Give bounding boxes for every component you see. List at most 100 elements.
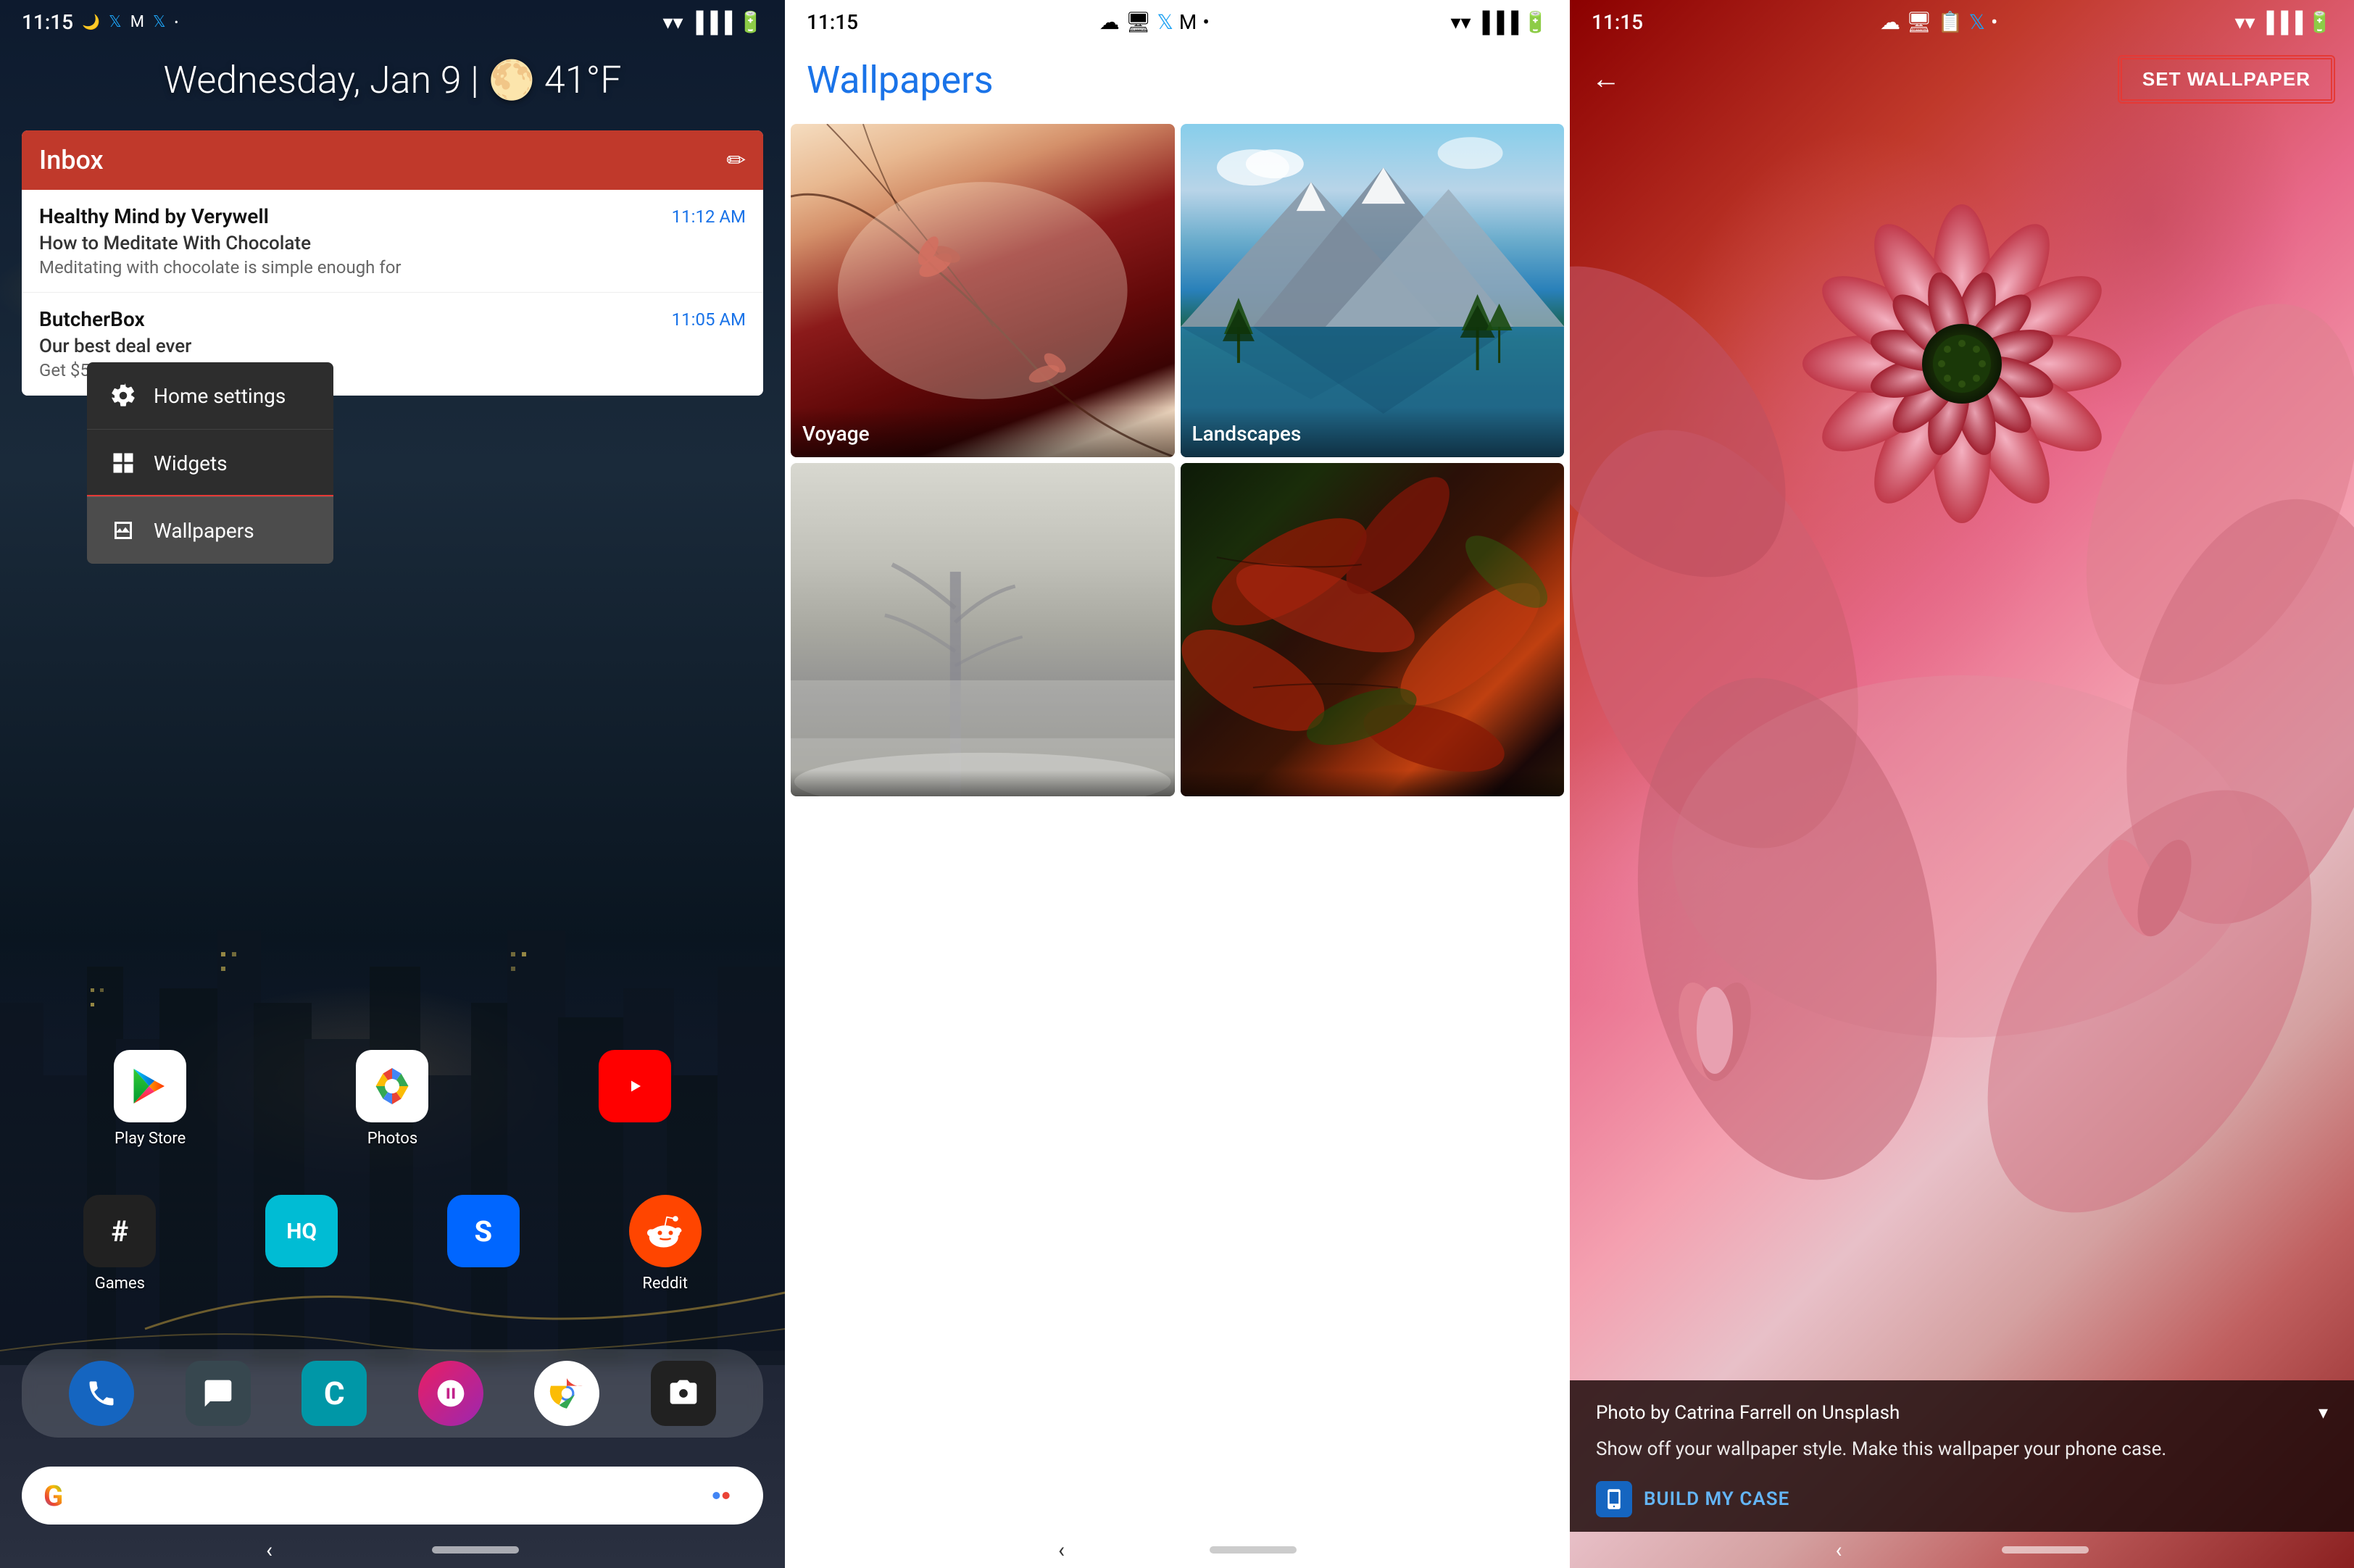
bottom-dock: C bbox=[22, 1349, 763, 1438]
wp-signal-icon: ▐▐▐ bbox=[1476, 10, 1519, 34]
wp-time: 11:15 bbox=[807, 10, 858, 34]
wallpapers-panel: 11:15 ☁ 🖥 𝕏 M • ▾▾ ▐▐▐ 🔋 Wallpapers bbox=[785, 0, 1570, 1568]
wallpapers-label: Wallpapers bbox=[154, 519, 254, 543]
home-pill-wallpapers[interactable] bbox=[1210, 1546, 1297, 1554]
pv-notes-icon: 📋 bbox=[1938, 10, 1963, 34]
games-app[interactable]: # Games bbox=[83, 1195, 156, 1293]
context-widgets[interactable]: Widgets bbox=[87, 429, 333, 496]
pv-signal-icon: ▐▐▐ bbox=[2260, 10, 2303, 34]
wp-dot-icon: • bbox=[1202, 10, 1209, 34]
wp-twitter-icon: 𝕏 bbox=[1157, 10, 1173, 34]
games-label: Games bbox=[95, 1275, 145, 1293]
battery-icon: 🔋 bbox=[738, 10, 763, 34]
preview-description: Show off your wallpaper style. Make this… bbox=[1596, 1435, 2328, 1464]
wallpapers-title: Wallpapers bbox=[807, 58, 1548, 102]
date-text: Wednesday, Jan 9 | 🌕 41°F bbox=[164, 58, 622, 102]
wallpapers-grid: Voyage bbox=[785, 124, 1570, 796]
wp-cloud-icon: ☁ bbox=[1099, 10, 1120, 34]
signal-icon: ▐▐▐ bbox=[689, 10, 733, 34]
nav-bar-wallpapers: ‹ bbox=[785, 1532, 1570, 1568]
wallpaper-voyage[interactable]: Voyage bbox=[791, 124, 1175, 457]
wallpaper-preview-panel: 11:15 ☁ 🖥 📋 𝕏 • ▾▾ ▐▐▐ 🔋 ← SET WALLPAPER… bbox=[1570, 0, 2354, 1568]
home-pill-home[interactable] bbox=[432, 1546, 519, 1554]
nav-bar-preview: ‹ bbox=[1570, 1532, 2354, 1568]
inbox-widget[interactable]: Inbox ✏ Healthy Mind by Verywell 11:12 A… bbox=[22, 130, 763, 396]
status-bar-preview: 11:15 ☁ 🖥 📋 𝕏 • ▾▾ ▐▐▐ 🔋 bbox=[1570, 0, 2354, 43]
landscapes-label: Landscapes bbox=[1181, 407, 1565, 457]
home-settings-label: Home settings bbox=[154, 384, 286, 408]
context-menu: Home settings Widgets Wallpapers bbox=[87, 362, 333, 564]
home-pill-preview[interactable] bbox=[2002, 1546, 2089, 1554]
shazam-app[interactable]: S bbox=[447, 1195, 520, 1293]
wallpaper-landscapes[interactable]: Landscapes bbox=[1181, 124, 1565, 457]
youtube-app[interactable] bbox=[599, 1050, 671, 1148]
email-sender-1: Healthy Mind by Verywell bbox=[39, 204, 269, 228]
search-bar[interactable]: G bbox=[22, 1467, 763, 1525]
messages-app[interactable] bbox=[186, 1361, 251, 1426]
date-weather-widget: Wednesday, Jan 9 | 🌕 41°F bbox=[0, 58, 785, 102]
pv-dot-icon: • bbox=[1991, 10, 1997, 34]
app-icons-row-2: # Games HQ S bbox=[29, 1195, 756, 1293]
back-button-home[interactable]: ‹ bbox=[266, 1538, 273, 1563]
photos-label: Photos bbox=[367, 1130, 417, 1148]
email-subject-1: How to Meditate With Chocolate bbox=[39, 233, 746, 254]
wifi-icon: ▾▾ bbox=[663, 10, 683, 34]
email-subject-2: Our best deal ever bbox=[39, 335, 746, 357]
expand-icon[interactable]: ▾ bbox=[2318, 1402, 2328, 1424]
preview-time: 11:15 bbox=[1592, 10, 1643, 34]
camera-app[interactable] bbox=[651, 1361, 716, 1426]
notification-icon-1: 🌙 bbox=[82, 13, 100, 30]
pv-twitter-icon: 𝕏 bbox=[1968, 10, 1985, 34]
reddit-label: Reddit bbox=[642, 1275, 688, 1293]
email-preview-1: Meditating with chocolate is simple enou… bbox=[39, 257, 746, 278]
preview-back-button[interactable]: ← bbox=[1592, 63, 1621, 96]
set-wallpaper-button[interactable]: SET WALLPAPER bbox=[2121, 58, 2332, 101]
dot-indicator: • bbox=[175, 15, 178, 29]
photos-app[interactable]: Photos bbox=[356, 1050, 428, 1148]
wallpaper-leaves[interactable] bbox=[1181, 463, 1565, 796]
widgets-label: Widgets bbox=[154, 451, 228, 475]
sketch-svg bbox=[791, 463, 1175, 796]
back-button-wallpapers[interactable]: ‹ bbox=[1058, 1538, 1065, 1563]
swirl-app[interactable] bbox=[418, 1361, 483, 1426]
wallpaper-sketch[interactable] bbox=[791, 463, 1175, 796]
wp-gmail-icon: M bbox=[1179, 10, 1197, 34]
back-button-preview[interactable]: ‹ bbox=[1835, 1538, 1842, 1563]
context-wallpapers[interactable]: Wallpapers bbox=[87, 496, 333, 564]
c-app[interactable]: C bbox=[301, 1361, 367, 1426]
attribution-text: Photo by Catrina Farrell on Unsplash bbox=[1596, 1402, 1900, 1424]
app-icons-row-1: Play Store Photos bbox=[0, 1050, 785, 1148]
sketch-label bbox=[791, 770, 1175, 796]
status-bar-home: 11:15 🌙 𝕏 M 𝕏 • ▾▾ ▐▐▐ 🔋 bbox=[0, 0, 785, 43]
wallpapers-header: Wallpapers bbox=[785, 43, 1570, 124]
attribution-row: Photo by Catrina Farrell on Unsplash ▾ bbox=[1596, 1402, 2328, 1424]
flower-preview-svg bbox=[1570, 0, 2354, 1568]
reddit-app[interactable]: Reddit bbox=[629, 1195, 702, 1293]
wp-battery-icon: 🔋 bbox=[1523, 10, 1548, 34]
play-store-label: Play Store bbox=[115, 1130, 186, 1148]
build-case-row[interactable]: BUILD MY CASE bbox=[1596, 1481, 2328, 1517]
home-settings-icon bbox=[107, 380, 139, 412]
phone-app[interactable] bbox=[69, 1361, 134, 1426]
wallpapers-icon bbox=[107, 514, 139, 546]
widgets-icon bbox=[107, 447, 139, 479]
inbox-title: Inbox bbox=[39, 145, 104, 175]
pv-wifi-icon: ▾▾ bbox=[2234, 10, 2255, 34]
leaves-svg bbox=[1181, 463, 1565, 796]
context-home-settings[interactable]: Home settings bbox=[87, 362, 333, 429]
email-sender-2: ButcherBox bbox=[39, 307, 145, 331]
voyage-label: Voyage bbox=[791, 407, 1175, 457]
wp-screen-icon: 🖥 bbox=[1126, 10, 1152, 34]
pv-screen-icon: 🖥 bbox=[1906, 10, 1932, 34]
chrome-app[interactable] bbox=[534, 1361, 599, 1426]
twitter-icon-1: 𝕏 bbox=[109, 13, 122, 31]
google-assistant-icon bbox=[707, 1481, 736, 1510]
google-logo: G bbox=[43, 1479, 63, 1513]
play-store-app[interactable]: Play Store bbox=[114, 1050, 186, 1148]
twitter-icon-2: 𝕏 bbox=[153, 13, 166, 31]
email-time-2: 11:05 AM bbox=[672, 309, 746, 330]
hq-app[interactable]: HQ bbox=[265, 1195, 338, 1293]
inbox-edit-icon[interactable]: ✏ bbox=[726, 146, 746, 174]
email-item-1[interactable]: Healthy Mind by Verywell 11:12 AM How to… bbox=[22, 190, 763, 293]
build-case-icon bbox=[1596, 1481, 1632, 1517]
